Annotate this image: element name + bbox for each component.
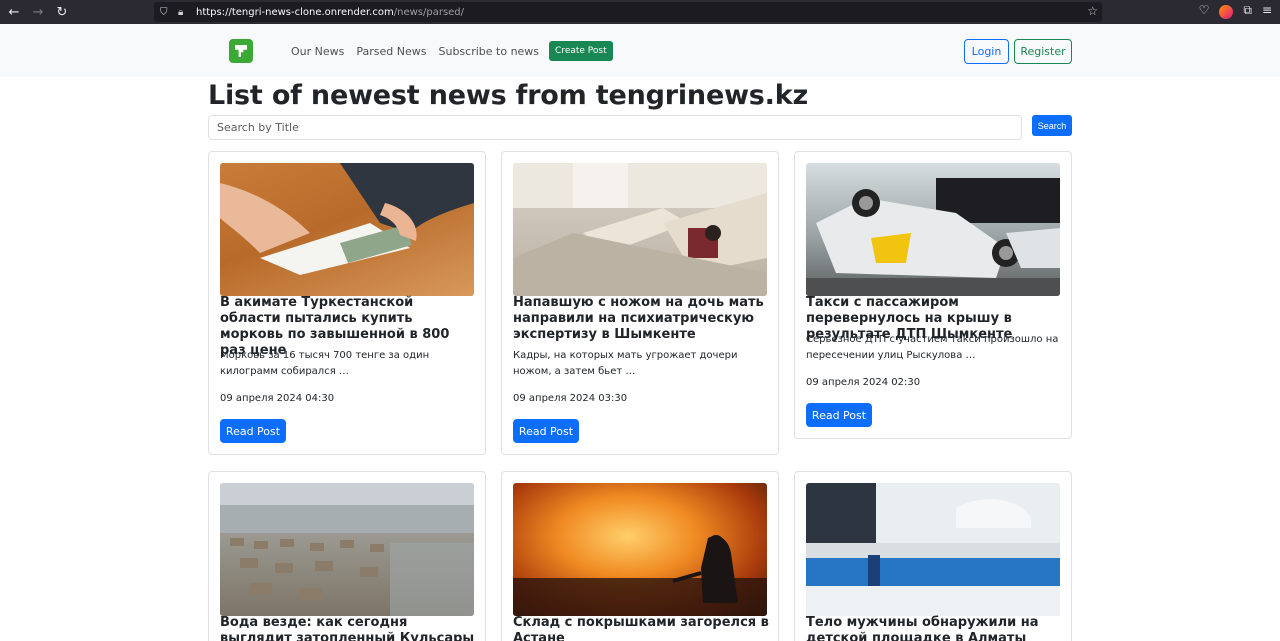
nav-our-news[interactable]: Our News [291,45,344,58]
news-excerpt: Серьезное ДТП с участием такси произошло… [806,334,1059,361]
news-card: Тело мужчины обнаружили на детской площа… [794,471,1072,641]
news-date: 09 апреля 2024 03:30 [513,393,628,404]
tengri-logo-icon[interactable] [229,39,253,63]
news-image[interactable] [806,163,1060,296]
read-post-button[interactable]: Read Post [806,403,872,427]
extensions-icon[interactable]: ⧉ [1243,3,1252,19]
news-card: Такси с пассажиром перевернулось на крыш… [794,151,1072,439]
news-title[interactable]: Напавшую с ножом на дочь мать направили … [513,295,769,343]
reload-icon[interactable]: ↻ [52,2,72,22]
news-excerpt: Кадры, на которых мать угрожает дочери н… [513,350,738,377]
back-arrow-icon[interactable]: ← [4,2,24,22]
news-card: Склад с покрышками загорелся в Астане [501,471,779,641]
shield-icon[interactable]: ⛉ [160,7,172,18]
news-title[interactable]: Склад с покрышками загорелся в Астане [513,615,769,641]
news-title[interactable]: Тело мужчины обнаружили на детской площа… [806,615,1062,641]
firefox-account-icon[interactable] [1219,5,1234,19]
read-post-button[interactable]: Read Post [220,419,286,443]
browser-toolbar: ← → ↻ ⛉ 🔒︎ https://tengri-news-clone.onr… [0,0,1280,24]
news-card: Напавшую с ножом на дочь мать направили … [501,151,779,455]
search-button[interactable]: Search [1032,115,1072,136]
create-post-button[interactable]: Create Post [549,41,613,61]
search-input[interactable] [208,115,1022,140]
news-card: Вода везде: как сегодня выглядит затопле… [208,471,486,641]
news-title[interactable]: Вода везде: как сегодня выглядит затопле… [220,615,476,641]
news-image[interactable] [513,483,767,616]
forward-arrow-icon[interactable]: → [28,2,48,22]
news-card: В акимате Туркестанской области пытались… [208,151,486,455]
nav-links: Our News Parsed News Subscribe to news C… [291,41,613,61]
news-image[interactable] [513,163,767,296]
site-navbar: Our News Parsed News Subscribe to news C… [0,24,1280,77]
news-excerpt: Морковь за 16 тысяч 700 тенге за один ки… [220,350,430,377]
site-logo[interactable] [208,37,274,65]
page-title: List of newest news from tengrinews.kz [208,80,809,111]
read-post-button[interactable]: Read Post [513,419,579,443]
login-button[interactable]: Login [964,39,1009,64]
address-bar[interactable]: ⛉ 🔒︎ https://tengri-news-clone.onrender.… [154,2,1102,22]
news-date: 09 апреля 2024 04:30 [220,393,335,404]
news-image[interactable] [806,483,1060,616]
bookmark-star-icon[interactable]: ☆ [1087,4,1098,18]
lock-icon[interactable]: 🔒︎ [178,7,190,18]
news-image[interactable] [220,483,474,616]
nav-parsed-news[interactable]: Parsed News [356,45,426,58]
nav-subscribe[interactable]: Subscribe to news [438,45,539,58]
news-date: 09 апреля 2024 02:30 [806,377,921,388]
pocket-icon[interactable]: ♡ [1199,3,1210,19]
menu-icon[interactable]: ≡ [1262,3,1272,19]
news-image[interactable] [220,163,474,296]
url-text[interactable]: https://tengri-news-clone.onrender.com/n… [196,7,464,18]
register-button[interactable]: Register [1014,39,1072,64]
